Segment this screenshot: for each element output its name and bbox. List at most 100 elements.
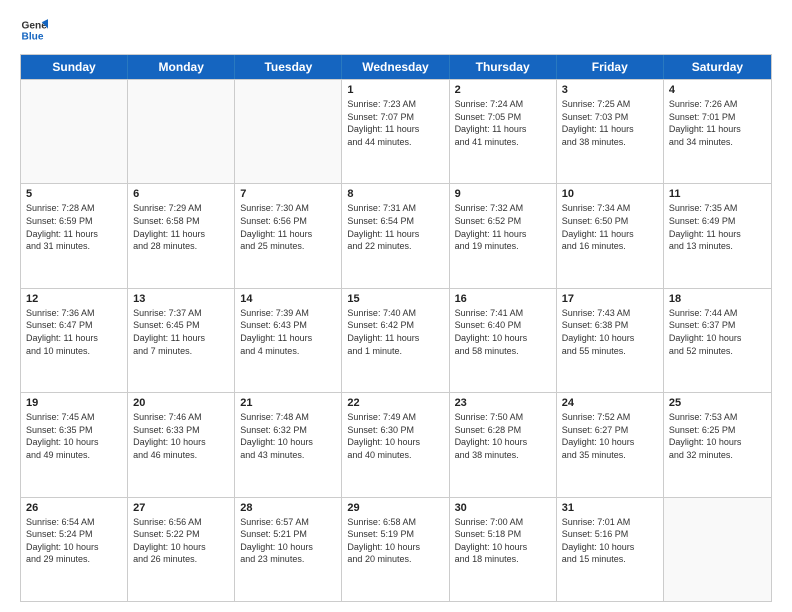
calendar-body: 1Sunrise: 7:23 AM Sunset: 7:07 PM Daylig… — [21, 79, 771, 601]
day-info: Sunrise: 7:36 AM Sunset: 6:47 PM Dayligh… — [26, 307, 122, 357]
calendar-cell: 3 Sunrise: 7:25 AM Sunset: 7:03 PM Daylig… — [557, 80, 664, 183]
calendar-cell — [664, 498, 771, 601]
svg-text:Blue: Blue — [22, 31, 44, 42]
day-info: Sunrise: 6:58 AM Sunset: 5:19 PM Dayligh… — [347, 516, 443, 566]
day-number: 7 — [240, 188, 336, 200]
page-header: General Blue — [20, 16, 772, 44]
calendar-page: General Blue SundayMondayTuesdayWednesda… — [0, 0, 792, 612]
day-info: Sunrise: 7:25 AM Sunset: 7:03 PM Dayligh… — [562, 98, 658, 148]
day-info: Sunrise: 7:32 AM Sunset: 6:52 PM Dayligh… — [455, 202, 551, 252]
day-number: 25 — [669, 397, 766, 409]
day-number: 13 — [133, 293, 229, 305]
day-number: 17 — [562, 293, 658, 305]
calendar-cell: 25 Sunrise: 7:53 AM Sunset: 6:25 PM Dayli… — [664, 393, 771, 496]
day-info: Sunrise: 7:24 AM Sunset: 7:05 PM Dayligh… — [455, 98, 551, 148]
day-number: 16 — [455, 293, 551, 305]
calendar-cell: 4 Sunrise: 7:26 AM Sunset: 7:01 PM Daylig… — [664, 80, 771, 183]
calendar-cell: 19 Sunrise: 7:45 AM Sunset: 6:35 PM Dayli… — [21, 393, 128, 496]
day-number: 3 — [562, 84, 658, 96]
day-info: Sunrise: 7:41 AM Sunset: 6:40 PM Dayligh… — [455, 307, 551, 357]
calendar-cell: 16 Sunrise: 7:41 AM Sunset: 6:40 PM Dayli… — [450, 289, 557, 392]
day-info: Sunrise: 7:44 AM Sunset: 6:37 PM Dayligh… — [669, 307, 766, 357]
day-number: 30 — [455, 502, 551, 514]
calendar-row-4: 26 Sunrise: 6:54 AM Sunset: 5:24 PM Dayli… — [21, 497, 771, 601]
day-info: Sunrise: 7:37 AM Sunset: 6:45 PM Dayligh… — [133, 307, 229, 357]
calendar-cell: 7 Sunrise: 7:30 AM Sunset: 6:56 PM Daylig… — [235, 184, 342, 287]
day-info: Sunrise: 7:52 AM Sunset: 6:27 PM Dayligh… — [562, 411, 658, 461]
calendar: SundayMondayTuesdayWednesdayThursdayFrid… — [20, 54, 772, 602]
day-number: 22 — [347, 397, 443, 409]
day-info: Sunrise: 7:29 AM Sunset: 6:58 PM Dayligh… — [133, 202, 229, 252]
calendar-row-1: 5 Sunrise: 7:28 AM Sunset: 6:59 PM Daylig… — [21, 183, 771, 287]
day-number: 26 — [26, 502, 122, 514]
day-number: 31 — [562, 502, 658, 514]
day-number: 5 — [26, 188, 122, 200]
calendar-cell: 11 Sunrise: 7:35 AM Sunset: 6:49 PM Dayli… — [664, 184, 771, 287]
day-number: 11 — [669, 188, 766, 200]
day-info: Sunrise: 7:34 AM Sunset: 6:50 PM Dayligh… — [562, 202, 658, 252]
header-day-friday: Friday — [557, 55, 664, 79]
header-day-monday: Monday — [128, 55, 235, 79]
day-info: Sunrise: 7:00 AM Sunset: 5:18 PM Dayligh… — [455, 516, 551, 566]
day-number: 8 — [347, 188, 443, 200]
header-day-saturday: Saturday — [664, 55, 771, 79]
day-number: 20 — [133, 397, 229, 409]
day-info: Sunrise: 7:40 AM Sunset: 6:42 PM Dayligh… — [347, 307, 443, 357]
calendar-cell: 13 Sunrise: 7:37 AM Sunset: 6:45 PM Dayli… — [128, 289, 235, 392]
day-info: Sunrise: 7:35 AM Sunset: 6:49 PM Dayligh… — [669, 202, 766, 252]
calendar-cell: 31 Sunrise: 7:01 AM Sunset: 5:16 PM Dayli… — [557, 498, 664, 601]
day-info: Sunrise: 7:01 AM Sunset: 5:16 PM Dayligh… — [562, 516, 658, 566]
day-number: 23 — [455, 397, 551, 409]
day-info: Sunrise: 7:45 AM Sunset: 6:35 PM Dayligh… — [26, 411, 122, 461]
day-info: Sunrise: 6:56 AM Sunset: 5:22 PM Dayligh… — [133, 516, 229, 566]
day-number: 15 — [347, 293, 443, 305]
calendar-cell: 2 Sunrise: 7:24 AM Sunset: 7:05 PM Daylig… — [450, 80, 557, 183]
calendar-cell: 26 Sunrise: 6:54 AM Sunset: 5:24 PM Dayli… — [21, 498, 128, 601]
calendar-cell: 9 Sunrise: 7:32 AM Sunset: 6:52 PM Daylig… — [450, 184, 557, 287]
day-info: Sunrise: 6:57 AM Sunset: 5:21 PM Dayligh… — [240, 516, 336, 566]
day-number: 10 — [562, 188, 658, 200]
logo: General Blue — [20, 16, 48, 44]
header-day-thursday: Thursday — [450, 55, 557, 79]
calendar-cell: 24 Sunrise: 7:52 AM Sunset: 6:27 PM Dayli… — [557, 393, 664, 496]
day-number: 29 — [347, 502, 443, 514]
logo-icon: General Blue — [20, 16, 48, 44]
day-number: 6 — [133, 188, 229, 200]
day-info: Sunrise: 7:23 AM Sunset: 7:07 PM Dayligh… — [347, 98, 443, 148]
calendar-cell — [21, 80, 128, 183]
day-number: 9 — [455, 188, 551, 200]
calendar-cell: 12 Sunrise: 7:36 AM Sunset: 6:47 PM Dayli… — [21, 289, 128, 392]
calendar-cell: 1Sunrise: 7:23 AM Sunset: 7:07 PM Daylig… — [342, 80, 449, 183]
calendar-cell: 14Sunrise: 7:39 AM Sunset: 6:43 PM Dayli… — [235, 289, 342, 392]
day-number: 19 — [26, 397, 122, 409]
calendar-row-0: 1Sunrise: 7:23 AM Sunset: 7:07 PM Daylig… — [21, 79, 771, 183]
calendar-cell: 27 Sunrise: 6:56 AM Sunset: 5:22 PM Dayli… — [128, 498, 235, 601]
day-info: Sunrise: 7:30 AM Sunset: 6:56 PM Dayligh… — [240, 202, 336, 252]
day-info: Sunrise: 7:53 AM Sunset: 6:25 PM Dayligh… — [669, 411, 766, 461]
day-number: 12 — [26, 293, 122, 305]
day-info: Sunrise: 6:54 AM Sunset: 5:24 PM Dayligh… — [26, 516, 122, 566]
calendar-cell: 22 Sunrise: 7:49 AM Sunset: 6:30 PM Dayli… — [342, 393, 449, 496]
header-day-wednesday: Wednesday — [342, 55, 449, 79]
day-info: Sunrise: 7:50 AM Sunset: 6:28 PM Dayligh… — [455, 411, 551, 461]
day-number: 18 — [669, 293, 766, 305]
day-number: 27 — [133, 502, 229, 514]
calendar-cell: 17 Sunrise: 7:43 AM Sunset: 6:38 PM Dayli… — [557, 289, 664, 392]
day-number: 4 — [669, 84, 766, 96]
day-number: 28 — [240, 502, 336, 514]
calendar-cell — [235, 80, 342, 183]
calendar-cell: 23 Sunrise: 7:50 AM Sunset: 6:28 PM Dayli… — [450, 393, 557, 496]
day-info: Sunrise: 7:46 AM Sunset: 6:33 PM Dayligh… — [133, 411, 229, 461]
day-info: Sunrise: 7:43 AM Sunset: 6:38 PM Dayligh… — [562, 307, 658, 357]
day-info: Sunrise: 7:26 AM Sunset: 7:01 PM Dayligh… — [669, 98, 766, 148]
day-info: Sunrise: 7:28 AM Sunset: 6:59 PM Dayligh… — [26, 202, 122, 252]
calendar-row-3: 19 Sunrise: 7:45 AM Sunset: 6:35 PM Dayli… — [21, 392, 771, 496]
calendar-header: SundayMondayTuesdayWednesdayThursdayFrid… — [21, 55, 771, 79]
day-info: Sunrise: 7:49 AM Sunset: 6:30 PM Dayligh… — [347, 411, 443, 461]
calendar-cell: 21Sunrise: 7:48 AM Sunset: 6:32 PM Dayli… — [235, 393, 342, 496]
calendar-row-2: 12 Sunrise: 7:36 AM Sunset: 6:47 PM Dayli… — [21, 288, 771, 392]
day-number: 2 — [455, 84, 551, 96]
calendar-cell: 6 Sunrise: 7:29 AM Sunset: 6:58 PM Daylig… — [128, 184, 235, 287]
day-number: 24 — [562, 397, 658, 409]
calendar-cell: 10 Sunrise: 7:34 AM Sunset: 6:50 PM Dayli… — [557, 184, 664, 287]
